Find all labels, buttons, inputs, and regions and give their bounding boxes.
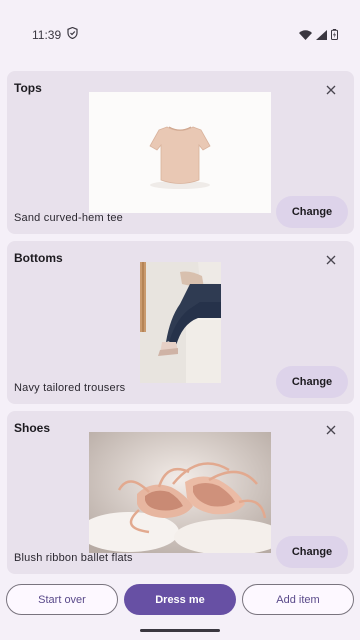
item-name: Navy tailored trousers bbox=[14, 382, 126, 394]
add-item-button[interactable]: Add item bbox=[242, 584, 354, 615]
card-tops: Tops Sand curved-hem tee Change bbox=[7, 71, 354, 234]
card-title: Shoes bbox=[14, 421, 51, 435]
change-button[interactable]: Change bbox=[276, 196, 348, 228]
change-button[interactable]: Change bbox=[276, 366, 348, 398]
shield-icon bbox=[67, 26, 78, 42]
card-title: Tops bbox=[14, 81, 42, 95]
wifi-icon bbox=[299, 27, 312, 45]
close-icon[interactable] bbox=[322, 421, 340, 439]
status-right bbox=[299, 27, 338, 45]
gesture-navigation-bar[interactable] bbox=[140, 629, 220, 632]
status-left: 11:39 bbox=[32, 26, 78, 42]
dress-me-button[interactable]: Dress me bbox=[124, 584, 236, 615]
battery-icon bbox=[331, 27, 338, 45]
trousers-photo bbox=[140, 262, 221, 383]
card-bottoms: Bottoms Navy tailored trousers Change bbox=[7, 241, 354, 404]
close-icon[interactable] bbox=[322, 81, 340, 99]
status-time: 11:39 bbox=[32, 27, 62, 42]
card-shoes: Shoes Blush ribbon ballet flats Change bbox=[7, 411, 354, 574]
tshirt-photo bbox=[89, 92, 271, 213]
cell-signal-icon bbox=[316, 27, 327, 45]
bottom-action-bar: Start over Dress me Add item bbox=[0, 584, 360, 616]
item-name: Blush ribbon ballet flats bbox=[14, 552, 133, 564]
change-button[interactable]: Change bbox=[276, 536, 348, 568]
item-name: Sand curved-hem tee bbox=[14, 212, 123, 224]
status-bar: 11:39 bbox=[0, 0, 360, 68]
card-title: Bottoms bbox=[14, 251, 63, 265]
start-over-button[interactable]: Start over bbox=[6, 584, 118, 615]
ballet-flats-photo bbox=[89, 432, 271, 553]
close-icon[interactable] bbox=[322, 251, 340, 269]
